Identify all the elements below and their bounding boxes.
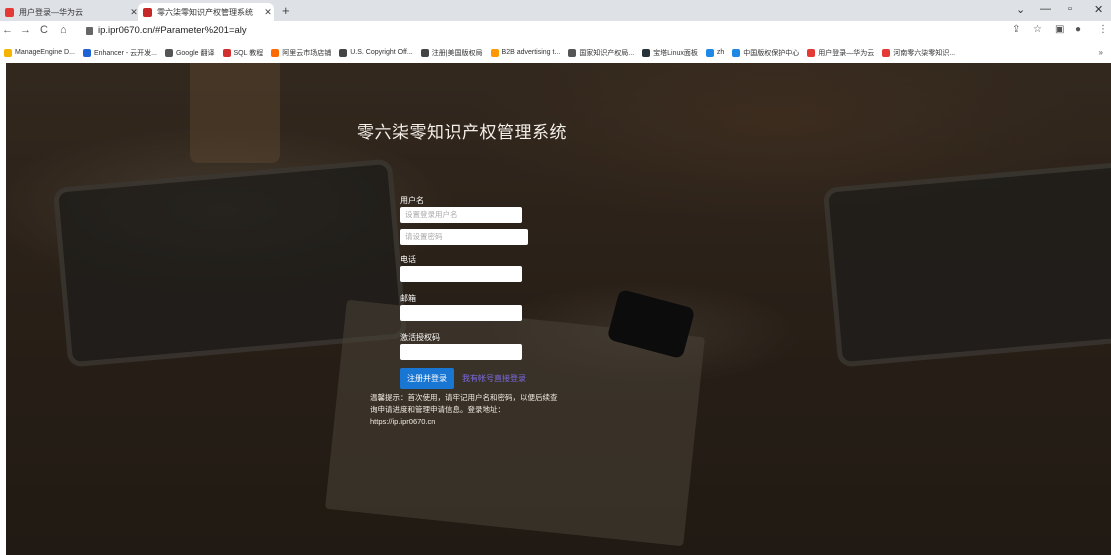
forward-button[interactable]: → <box>20 24 31 36</box>
bookmark-label: 河南零六柒零知识... <box>893 49 956 57</box>
bookmark-item[interactable]: 宝塔Linux面板 <box>642 48 698 58</box>
bookmark-favicon-icon <box>339 48 348 57</box>
bookmark-label: SQL 教程 <box>233 49 264 57</box>
lock-icon <box>86 26 93 35</box>
bookmark-item[interactable]: 中国版权保护中心 <box>732 48 799 58</box>
bookmark-favicon-icon <box>82 48 91 57</box>
bookmark-item[interactable]: zh <box>705 48 725 57</box>
bookmark-label: U.S. Copyright Off... <box>350 49 413 56</box>
tab-search-dropdown-icon[interactable]: ⌄ <box>1016 3 1025 16</box>
tab-ip-system[interactable]: 零六柒零知识产权管理系统 ✕ <box>138 3 274 21</box>
bookmark-item[interactable]: 注册|美国版权局 <box>420 48 483 58</box>
bookmarks-overflow-button[interactable]: » <box>1099 48 1103 57</box>
close-window-button[interactable]: ✕ <box>1094 3 1103 16</box>
bookmark-item[interactable]: ManageEngine D... <box>4 48 75 57</box>
bookmark-favicon-icon <box>642 48 651 57</box>
tab-title: 零六柒零知识产权管理系统 <box>157 7 253 17</box>
bookmark-label: 国家知识产权局... <box>579 49 635 57</box>
bookmark-favicon-icon <box>420 48 429 57</box>
restore-button[interactable]: ▫ <box>1068 3 1072 15</box>
back-button[interactable]: ← <box>2 24 13 36</box>
bookmark-label: ManageEngine D... <box>15 49 75 56</box>
phone-label: 电话 <box>400 255 416 264</box>
browser-toolbar: ← → C ⌂ ip.ipr0670.cn/#Parameter%201=aly… <box>0 21 1111 42</box>
bookmark-favicon-icon <box>882 48 891 57</box>
register-form: 用户名 设置登录用户名 请设置密码 电话 邮箱 激活授权码 注册并登录 我有帐号… <box>400 195 528 389</box>
email-label: 邮箱 <box>400 294 416 303</box>
activation-code-label: 激活授权码 <box>400 333 440 342</box>
username-input[interactable]: 设置登录用户名 <box>400 207 522 223</box>
bookmark-label: 用户登录—华为云 <box>818 49 875 57</box>
bookmark-favicon-icon <box>732 48 741 57</box>
bookmark-item[interactable]: B2B advertising t... <box>490 48 561 57</box>
profile-icon[interactable]: ● <box>1075 24 1081 35</box>
tab-huawei-login[interactable]: 用户登录—华为云 ✕ <box>0 3 140 21</box>
email-input[interactable] <box>400 305 522 321</box>
page-title: 零六柒零知识产权管理系统 <box>357 123 567 142</box>
phone-input[interactable] <box>400 266 522 282</box>
existing-account-login-link[interactable]: 我有帐号直接登录 <box>462 373 526 384</box>
bookmarks-bar: ManageEngine D... Enhancer - 云开发... Google… <box>0 42 1111 64</box>
huawei-favicon-icon <box>5 7 14 17</box>
bookmark-label: Enhancer - 云开发... <box>93 49 157 57</box>
bookmark-item[interactable]: SQL 教程 <box>222 48 264 58</box>
usage-tip: 温馨提示：首次使用，请牢记用户名和密码，以便后续查询申请进度和管理申请信息。登录… <box>370 393 558 426</box>
close-tab-icon[interactable]: ✕ <box>262 7 274 18</box>
sidebar-icon[interactable]: ▣ <box>1055 24 1064 35</box>
bookmark-favicon-icon <box>490 48 499 57</box>
bookmark-favicon-icon <box>568 48 577 57</box>
register-login-button[interactable]: 注册并登录 <box>400 368 454 389</box>
share-icon[interactable]: ⇪ <box>1012 24 1020 35</box>
home-button[interactable]: ⌂ <box>60 24 67 36</box>
bookmark-label: 阿里云市场店铺 <box>282 49 332 57</box>
page-content: 零六柒零知识产权管理系统 用户名 设置登录用户名 请设置密码 电话 邮箱 激活授… <box>0 63 1111 555</box>
tab-bar: 用户登录—华为云 ✕ 零六柒零知识产权管理系统 ✕ + ⌄ — ▫ ✕ <box>0 0 1111 21</box>
bookmark-item[interactable]: 阿里云市场店铺 <box>271 48 331 58</box>
bookmark-favicon-icon <box>164 48 173 57</box>
bookmark-item[interactable]: 河南零六柒零知识... <box>882 48 955 58</box>
bookmark-item[interactable]: Google 翻译 <box>164 48 215 58</box>
bookmark-label: 中国版权保护中心 <box>743 49 800 57</box>
bookmark-favicon-icon <box>705 48 714 57</box>
username-label: 用户名 <box>400 196 424 205</box>
new-tab-button[interactable]: + <box>282 3 290 18</box>
bookmark-label: 宝塔Linux面板 <box>653 49 698 57</box>
bookmark-label: zh <box>716 49 725 56</box>
bookmark-favicon-icon <box>271 48 280 57</box>
address-bar[interactable]: ip.ipr0670.cn/#Parameter%201=aly <box>86 25 247 36</box>
bookmark-label: Google 翻译 <box>175 49 215 57</box>
tab-title: 用户登录—华为云 <box>19 7 83 17</box>
bookmark-star-icon[interactable]: ☆ <box>1033 24 1042 35</box>
activation-code-input[interactable] <box>400 344 522 360</box>
minimize-button[interactable]: — <box>1040 3 1051 15</box>
url-text: ip.ipr0670.cn/#Parameter%201=aly <box>98 25 247 36</box>
reload-button[interactable]: C <box>40 24 48 36</box>
bookmark-item[interactable]: 国家知识产权局... <box>568 48 634 58</box>
bookmark-item[interactable]: 用户登录—华为云 <box>807 48 874 58</box>
bookmark-label: B2B advertising t... <box>501 49 561 56</box>
bookmark-favicon-icon <box>222 48 231 57</box>
bookmark-item[interactable]: U.S. Copyright Off... <box>339 48 413 57</box>
bookmark-item[interactable]: Enhancer - 云开发... <box>82 48 157 58</box>
menu-icon[interactable]: ⋮ <box>1098 24 1108 35</box>
bookmark-favicon-icon <box>807 48 816 57</box>
bookmark-favicon-icon <box>4 48 12 57</box>
bookmark-label: 注册|美国版权局 <box>431 49 483 57</box>
site-favicon-icon <box>143 7 152 17</box>
password-input[interactable]: 请设置密码 <box>400 229 528 245</box>
